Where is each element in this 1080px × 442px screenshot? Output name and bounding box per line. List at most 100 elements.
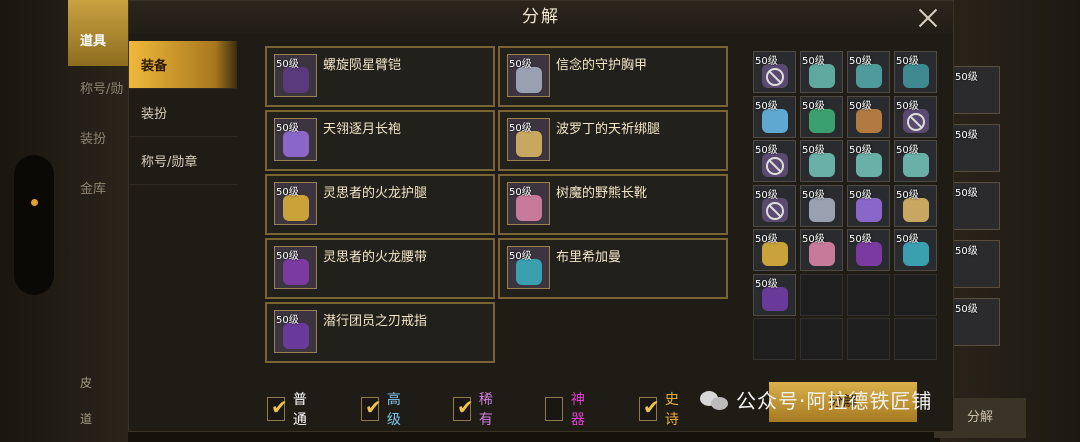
level-badge: 50级 (802, 100, 825, 112)
level-badge: 50级 (802, 56, 825, 67)
equipment-card[interactable]: 50级 布里希加曼 (498, 238, 728, 299)
background-tabs: 道具 称号/勋 装扮 金库 (68, 0, 128, 216)
empty-slot[interactable] (800, 318, 843, 360)
checkbox[interactable] (639, 395, 660, 421)
decompose-slot[interactable]: 50级 (800, 140, 843, 182)
decompose-slot[interactable]: 50级 (753, 95, 796, 138)
decompose-slot[interactable]: 50级 (753, 229, 796, 271)
watermark-text: 公众号·阿拉德铁匠铺 (736, 389, 933, 413)
level-badge: 50级 (849, 145, 872, 156)
equipment-card[interactable]: 50级 灵思者的火龙腰带 (265, 238, 495, 299)
level-badge: 50级 (896, 234, 919, 245)
equipment-card[interactable]: 50级 潜行团员之刃戒指 (265, 302, 495, 363)
bg-bottom-item-1: 皮 (80, 376, 93, 390)
bg-tab-titles[interactable]: 称号/勋 (68, 66, 128, 116)
category-sidebar: 装备 装扮 称号/勋章 (129, 41, 237, 185)
level-badge: 50级 (755, 56, 778, 67)
level-badge: 50级 (802, 189, 825, 201)
checkbox[interactable] (267, 395, 288, 421)
bg-inventory-slot: 50级 (952, 66, 1000, 114)
bg-inventory-slot: 50级 (952, 240, 1000, 288)
filter-label: 稀有 (478, 392, 493, 428)
bg-tab-items[interactable]: 道具 (68, 0, 128, 66)
empty-slot[interactable] (894, 318, 937, 360)
decompose-slot[interactable]: 50级 (847, 95, 890, 138)
equipment-name: 螺旋陨星臂铠 (323, 58, 402, 73)
level-badge: 50级 (276, 59, 299, 70)
level-badge: 50级 (849, 100, 872, 112)
decompose-slot[interactable]: 50级 (753, 140, 796, 182)
rarity-filter[interactable]: 史诗 (639, 389, 685, 429)
bg-inventory-slot: 50级 (952, 182, 1000, 230)
bg-tab-avatar[interactable]: 装扮 (68, 116, 128, 166)
level-badge: 50级 (276, 123, 299, 134)
empty-slot[interactable] (847, 318, 890, 360)
rarity-filter[interactable]: 高级 (361, 389, 407, 429)
decompose-slot[interactable]: 50级 (800, 51, 843, 93)
rarity-filter[interactable]: 普通 (267, 389, 313, 429)
decompose-slot[interactable]: 50级 (894, 184, 937, 227)
checkbox[interactable] (453, 395, 474, 421)
empty-slot[interactable] (753, 318, 796, 360)
decompose-slot[interactable]: 50级 (753, 273, 796, 316)
equipment-icon: 50级 (507, 182, 550, 225)
locked-icon (766, 68, 784, 86)
locked-icon (766, 201, 784, 220)
level-badge: 50级 (509, 59, 532, 70)
decompose-modal: 分解 装备 装扮 称号/勋章 50级 螺旋陨星臂铠 50级 信念的守护胸甲 50级 天翎逐月长… (128, 0, 954, 432)
decompose-slot[interactable]: 50级 (847, 184, 890, 227)
sidebar-item[interactable]: 装扮 (129, 89, 237, 137)
decompose-slot[interactable]: 50级 (800, 95, 843, 138)
decompose-slot[interactable]: 50级 (753, 184, 796, 227)
level-badge: 50级 (896, 189, 919, 201)
level-badge: 50级 (755, 234, 778, 245)
filter-label: 高级 (386, 392, 401, 428)
empty-slot[interactable] (847, 273, 890, 316)
decompose-slot[interactable]: 50级 (800, 184, 843, 227)
level-badge: 50级 (755, 278, 778, 290)
filter-label: 神器 (570, 392, 585, 428)
checkbox[interactable] (545, 397, 563, 421)
level-badge: 50级 (802, 234, 825, 245)
equipment-name: 天翎逐月长袍 (323, 122, 402, 137)
level-badge: 50级 (509, 251, 532, 262)
level-badge: 50级 (276, 187, 299, 198)
decompose-slot[interactable]: 50级 (894, 229, 937, 271)
equipment-card[interactable]: 50级 螺旋陨星臂铠 (265, 46, 495, 107)
close-icon[interactable] (917, 6, 939, 28)
watermark: 公众号·阿拉德铁匠铺 (700, 385, 932, 414)
rarity-filter[interactable]: 稀有 (453, 389, 499, 429)
equipment-icon: 50级 (274, 310, 317, 353)
decompose-slot[interactable]: 50级 (847, 51, 890, 93)
equipment-name: 波罗丁的天祈绑腿 (556, 122, 661, 137)
level-badge: 50级 (755, 145, 778, 156)
decompose-slot[interactable]: 50级 (894, 95, 937, 138)
wechat-icon (700, 389, 730, 411)
decompose-slot[interactable]: 50级 (847, 140, 890, 182)
decompose-slot[interactable]: 50级 (894, 51, 937, 93)
empty-slot[interactable] (894, 273, 937, 316)
side-handle[interactable] (14, 155, 54, 295)
equipment-card[interactable]: 50级 天翎逐月长袍 (265, 110, 495, 171)
decompose-slot[interactable]: 50级 (753, 51, 796, 93)
decompose-slot[interactable]: 50级 (800, 229, 843, 271)
checkbox[interactable] (361, 395, 382, 421)
rarity-filter[interactable]: 神器 (545, 389, 591, 429)
equipment-card[interactable]: 50级 树魔的野熊长靴 (498, 174, 728, 235)
bg-tab-vault[interactable]: 金库 (68, 166, 128, 216)
empty-slot[interactable] (800, 273, 843, 316)
background-right-inventory: 50级 50级 50级 50级 50级 分解 (934, 0, 1080, 442)
level-badge: 50级 (896, 145, 919, 156)
equipment-name: 灵思者的火龙腰带 (323, 250, 428, 265)
level-badge: 50级 (509, 123, 532, 134)
sidebar-item[interactable]: 称号/勋章 (129, 137, 237, 185)
sidebar-item[interactable]: 装备 (129, 41, 237, 89)
decompose-slot[interactable]: 50级 (894, 140, 937, 182)
equipment-card[interactable]: 50级 波罗丁的天祈绑腿 (498, 110, 728, 171)
decompose-slot[interactable]: 50级 (847, 229, 890, 271)
equipment-icon: 50级 (507, 118, 550, 161)
level-badge: 50级 (896, 56, 919, 67)
equipment-card[interactable]: 50级 信念的守护胸甲 (498, 46, 728, 107)
equipment-card[interactable]: 50级 灵思者的火龙护腿 (265, 174, 495, 235)
equipment-name: 树魔的野熊长靴 (556, 186, 648, 201)
